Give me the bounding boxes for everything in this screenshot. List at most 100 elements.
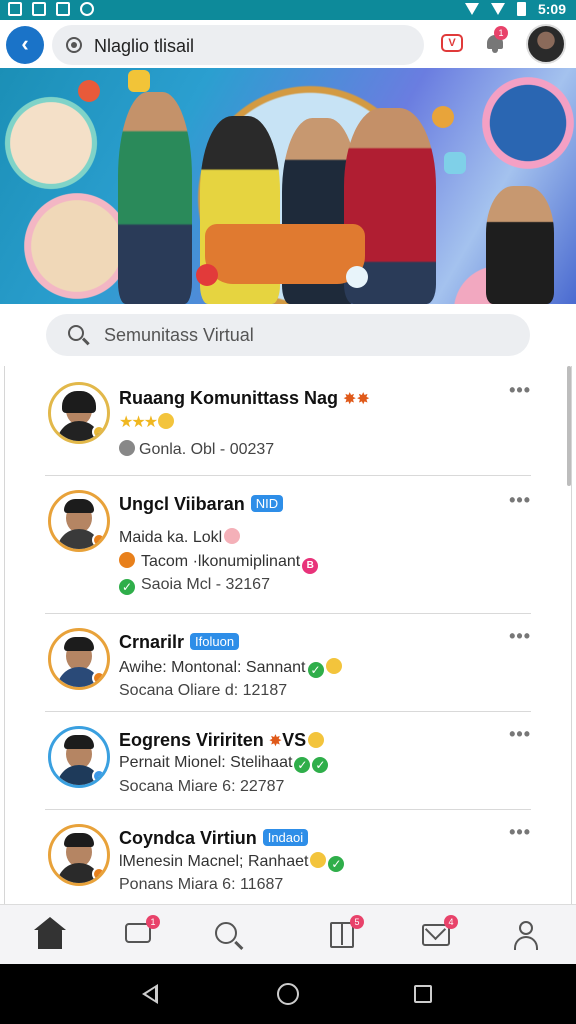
community-line: Pernait Mionel: Stelihaat ✓ ✓ [119,754,329,773]
system-nav-bar [0,964,576,1024]
list-item[interactable]: Ruaang Komunittass Nag ✸✸ ★★★ Gonla. Obl… [45,366,531,476]
emoji-icon [224,528,241,544]
search-icon [215,922,237,944]
scrollbar[interactable] [567,366,571,486]
system-recents-icon[interactable] [414,985,432,1003]
hero-chip [346,266,368,288]
hero-chip [432,106,454,128]
verified-icon: ✓ [328,856,345,872]
search-icon [68,325,84,341]
sync-icon [80,2,94,16]
community-tag: Indaoi [262,829,309,846]
hero-chip [128,70,150,92]
community-tag: NID [250,495,284,512]
list-item[interactable]: Ungcl Viibaran NID Maida ka. Lokl Tacom ·… [45,476,531,614]
avatar [48,628,110,690]
location-pin-icon [66,37,82,53]
community-name: Ruaang Komunittass Nag ✸✸ [119,388,370,408]
hero-chip [444,152,466,174]
sparkle-icon: ✸✸ [343,391,370,408]
orange-check-icon [119,552,135,568]
community-meta: Socana Oliare d: 12187 [119,682,288,699]
community-name: Ungcl Viibaran NID [119,494,284,515]
nav-book[interactable]: 5 [326,915,364,951]
avatar [48,726,110,788]
video-icon[interactable]: V [441,34,463,52]
more-options-icon[interactable]: ••• [509,626,531,647]
community-meta: Ponans Miara 6: 11687 [119,876,284,893]
list-item[interactable]: Eogrens Viririten ✸VS Pernait Mionel: St… [45,712,531,810]
url-bar[interactable]: Nlaglio tlisail [52,25,424,65]
list-item[interactable]: Coyndca Virtiun Indaoi lMenesin Macnel; R… [45,810,531,904]
hero-table [205,224,365,284]
verified-icon: ✓ [119,579,135,595]
search-placeholder: Semunitass Virtual [104,325,254,345]
hero-person [118,92,192,304]
profile-avatar[interactable] [526,24,566,64]
system-back-icon[interactable] [142,984,158,1004]
back-arrow-icon[interactable]: ‹ [6,26,44,64]
wifi-icon [464,3,479,15]
avatar [48,824,110,886]
system-home-icon[interactable] [277,983,299,1005]
hero-banner [0,68,576,304]
community-line: Maida ka. Lokl [119,528,241,547]
nav-mail[interactable]: 4 [420,915,458,951]
community-meta: ✓ Saoia Mcl - 32167 [119,576,270,595]
nav-search[interactable] [212,919,244,951]
community-line: Tacom ·lkonumiplinant B [119,552,319,574]
emoji-icon [325,658,342,674]
url-text: Nlaglio tlisail [94,36,195,56]
hero-bubble [2,88,100,198]
more-options-icon[interactable]: ••• [509,380,531,401]
hero-bubble [476,68,576,178]
profile-icon [510,919,542,951]
storage-icon [56,2,70,16]
link-icon [119,440,135,456]
more-options-icon[interactable]: ••• [509,724,531,745]
battery-icon [516,2,526,16]
community-name: Coyndca Virtiun Indaoi [119,828,309,849]
community-line: lMenesin Macnel; Ranhaet ✓ [119,852,345,872]
sparkle-icon: ✸ [268,733,283,750]
smile-emoji-icon [158,413,175,429]
list-item[interactable]: Crnarilr Ifoluon Awihe: Montonal: Sannant… [45,614,531,712]
sim-icon [8,2,22,16]
more-options-icon[interactable]: ••• [509,490,531,511]
verified-icon: ✓ [312,757,329,773]
nav-home[interactable] [34,917,66,951]
avatar [48,490,110,552]
book-badge: 5 [350,915,364,929]
app-bar: ‹ Nlaglio tlisail V 1 [0,20,576,68]
community-tag: Ifoluon [190,633,240,650]
hero-chip [78,80,100,102]
community-meta: Gonla. Obl - 00237 [119,440,274,459]
cell-signal-icon [490,3,505,15]
search-input[interactable]: Semunitass Virtual [46,314,530,356]
nav-chat[interactable]: 1 [122,915,160,951]
verified-icon: ✓ [294,757,311,773]
rating: ★★★ [119,412,175,432]
status-bar: 5:09 [0,0,576,20]
nav-profile[interactable] [510,919,542,951]
community-line: Awihe: Montonal: Sannant ✓ [119,658,342,678]
bottom-nav: 1 5 4 [0,904,576,964]
emoji-icon [310,852,327,868]
hero-chip [196,264,218,286]
verified-icon: ✓ [307,662,324,678]
community-list[interactable]: Ruaang Komunittass Nag ✸✸ ★★★ Gonla. Obl… [4,366,572,904]
avatar [48,382,110,444]
notification-badge: 1 [494,26,508,40]
community-meta: Socana Miare 6: 22787 [119,778,285,795]
mail-badge: 4 [444,915,458,929]
home-icon [34,917,66,949]
community-name: Eogrens Viririten ✸VS [119,730,325,751]
chat-badge: 1 [146,915,160,929]
badge-icon: B [302,558,319,574]
emoji-icon [308,732,325,748]
hero-person [486,186,554,304]
community-sheet: Semunitass Virtual Ruaang Komunittass Na… [0,304,576,904]
signal-icon [32,2,46,16]
clock: 5:09 [537,1,566,17]
more-options-icon[interactable]: ••• [509,822,531,843]
